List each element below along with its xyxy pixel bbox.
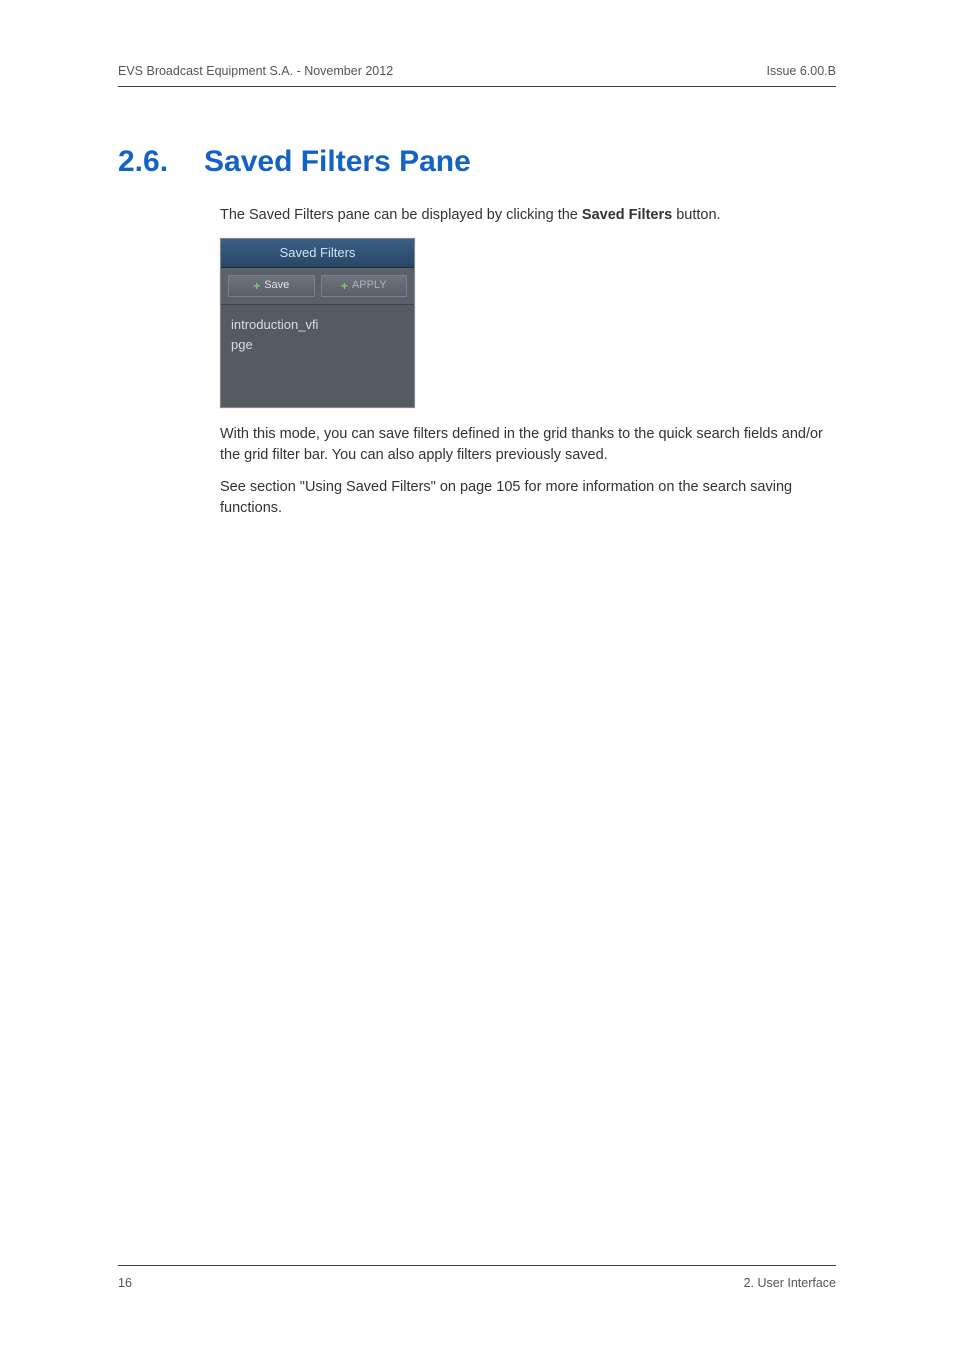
save-button[interactable]: + Save [228,275,315,297]
paragraph-3: See section "Using Saved Filters" on pag… [220,477,836,518]
paragraph-2: With this mode, you can save filters def… [220,424,836,465]
apply-button[interactable]: + APPLY [321,275,408,297]
save-button-label: Save [264,278,289,294]
footer-chapter: 2. User Interface [744,1276,836,1290]
panel-toolbar: + Save + APPLY [221,268,414,305]
apply-button-label: APPLY [352,278,387,294]
saved-filters-panel: Saved Filters + Save + APPLY introductio… [220,238,415,409]
page-footer: 16 2. User Interface [118,1265,836,1290]
header-right: Issue 6.00.B [767,64,837,78]
page-header: EVS Broadcast Equipment S.A. - November … [118,64,836,87]
panel-title: Saved Filters [221,239,414,268]
filter-list: introduction_vfi pge [221,305,414,407]
intro-after: button. [672,207,720,223]
footer-page-number: 16 [118,1276,132,1290]
plus-icon: + [341,280,348,292]
list-item[interactable]: pge [231,335,404,355]
section-number: 2.6. [118,145,204,179]
list-item[interactable]: introduction_vfi [231,315,404,335]
section-heading: 2.6. Saved Filters Pane [118,145,836,179]
header-left: EVS Broadcast Equipment S.A. - November … [118,64,393,78]
intro-before: The Saved Filters pane can be displayed … [220,207,582,223]
intro-paragraph: The Saved Filters pane can be displayed … [220,205,836,226]
plus-icon: + [253,280,260,292]
intro-bold: Saved Filters [582,207,672,223]
section-title: Saved Filters Pane [204,145,471,179]
